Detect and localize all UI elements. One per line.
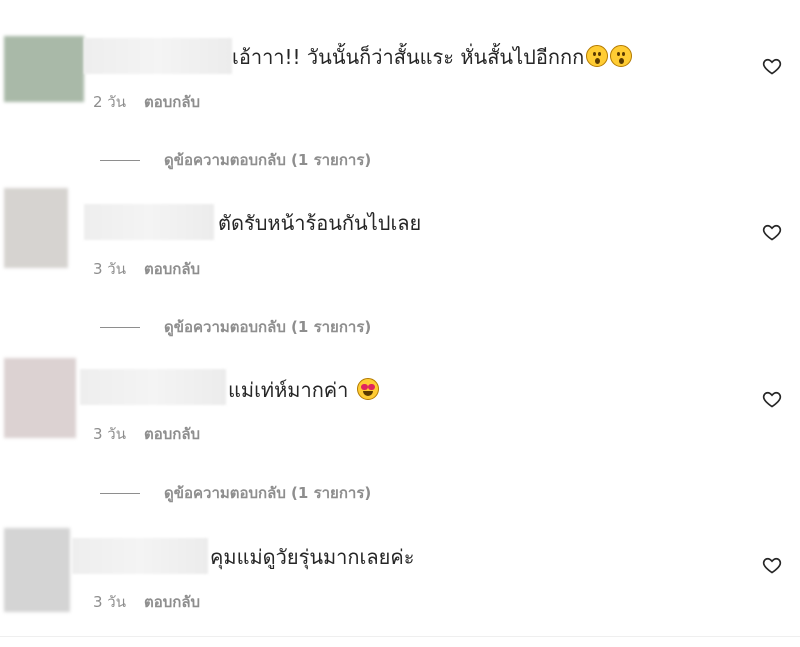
comment-meta: 3 วัน ตอบกลับ [93, 590, 200, 614]
heart-outline-icon[interactable] [762, 222, 782, 242]
comment-text: แม่เท่ห์มากค่า [228, 375, 379, 405]
avatar[interactable] [4, 358, 76, 438]
heart-outline-icon[interactable] [762, 555, 782, 575]
reply-button[interactable]: ตอบกลับ [144, 593, 200, 611]
username-blurred[interactable] [84, 204, 214, 240]
comment-text-body: คุมแม่ดูวัยรุ่นมากเลยค่ะ [210, 545, 415, 569]
reply-button[interactable]: ตอบกลับ [144, 260, 200, 278]
view-replies-button[interactable]: ดูข้อความตอบกลับ (1 รายการ) [100, 148, 371, 172]
comment-meta: 2 วัน ตอบกลับ [93, 90, 200, 114]
reply-button[interactable]: ตอบกลับ [144, 93, 200, 111]
comment-meta: 3 วัน ตอบกลับ [93, 422, 200, 446]
astonished-face-icon [610, 45, 633, 67]
comment-text: ตัดรับหน้าร้อนกันไปเลย [218, 208, 421, 238]
view-replies-label: ดูข้อความตอบกลับ (1 รายการ) [164, 151, 372, 169]
view-replies-button[interactable]: ดูข้อความตอบกลับ (1 รายการ) [100, 481, 371, 505]
comment-age: 2 วัน [93, 93, 126, 111]
heart-outline-icon[interactable] [762, 56, 782, 76]
comment-text-body: ตัดรับหน้าร้อนกันไปเลย [218, 211, 422, 235]
comment-age: 3 วัน [93, 260, 126, 278]
bottom-divider [0, 636, 800, 637]
replies-divider-line [100, 160, 140, 161]
comment-meta: 3 วัน ตอบกลับ [93, 257, 200, 281]
view-replies-button[interactable]: ดูข้อความตอบกลับ (1 รายการ) [100, 315, 371, 339]
username-blurred[interactable] [72, 538, 208, 574]
comment-age: 3 วัน [93, 593, 126, 611]
avatar[interactable] [4, 36, 84, 102]
replies-divider-line [100, 493, 140, 494]
username-blurred[interactable] [80, 369, 226, 405]
astonished-face-icon [586, 45, 609, 67]
comment-age: 3 วัน [93, 425, 126, 443]
heart-outline-icon[interactable] [762, 389, 782, 409]
comment-text: เอ้าาา!! วันนั้นก็ว่าสั้นแระ หั่นสั้นไปอ… [232, 42, 633, 72]
heart-eyes-face-icon [356, 378, 379, 400]
avatar[interactable] [4, 528, 70, 612]
avatar[interactable] [4, 188, 68, 268]
comment-text: คุมแม่ดูวัยรุ่นมากเลยค่ะ [210, 542, 414, 572]
view-replies-label: ดูข้อความตอบกลับ (1 รายการ) [164, 318, 372, 336]
reply-button[interactable]: ตอบกลับ [144, 425, 200, 443]
username-blurred[interactable] [84, 38, 232, 74]
replies-divider-line [100, 327, 140, 328]
view-replies-label: ดูข้อความตอบกลับ (1 รายการ) [164, 484, 372, 502]
comment-text-body: แม่เท่ห์มากค่า [228, 378, 349, 402]
comment-text-body: เอ้าาา!! วันนั้นก็ว่าสั้นแระ หั่นสั้นไปอ… [232, 45, 585, 69]
